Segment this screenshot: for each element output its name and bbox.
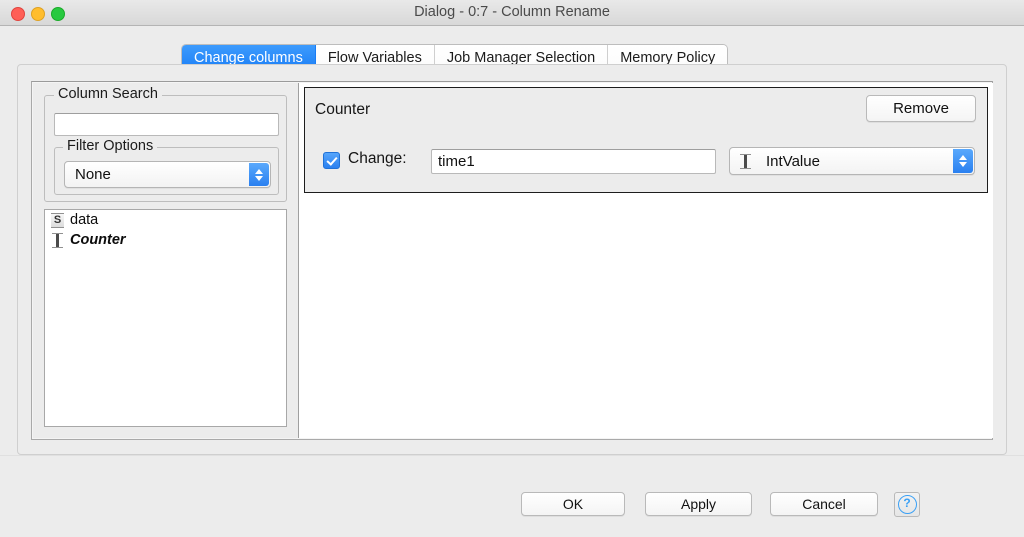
- column-list[interactable]: S data Counter: [44, 209, 287, 427]
- left-column: Column Search Filter Options None S data…: [33, 83, 297, 438]
- question-mark-icon: ?: [897, 495, 917, 514]
- type-select[interactable]: IntValue: [729, 147, 975, 175]
- change-row: Change: IntValue: [305, 147, 987, 177]
- help-button[interactable]: ?: [894, 492, 920, 517]
- apply-button[interactable]: Apply: [645, 492, 752, 516]
- column-search-group: Column Search Filter Options None: [44, 86, 287, 202]
- content-frame: Column Search Filter Options None S data…: [17, 64, 1007, 455]
- list-item-label: data: [70, 212, 99, 228]
- chevron-down-icon: [959, 162, 967, 167]
- cancel-button[interactable]: Cancel: [770, 492, 878, 516]
- filter-options-title: Filter Options: [63, 138, 158, 154]
- chevron-down-icon: [255, 175, 263, 181]
- column-search-title: Column Search: [54, 86, 162, 102]
- remove-button[interactable]: Remove: [866, 95, 976, 122]
- filter-options-value: None: [75, 166, 111, 183]
- list-item[interactable]: Counter: [45, 230, 286, 250]
- dialog-window: Dialog - 0:7 - Column Rename Change colu…: [0, 0, 1024, 537]
- window-title: Dialog - 0:7 - Column Rename: [414, 4, 610, 20]
- change-label: Change:: [348, 150, 407, 167]
- counter-panel-title: Counter: [315, 101, 371, 118]
- list-item[interactable]: S data: [45, 210, 286, 230]
- int-type-icon: [739, 154, 752, 169]
- counter-config-panel: Counter Remove Change: IntValue: [304, 87, 988, 193]
- chevron-up-icon: [959, 155, 967, 160]
- change-checkbox[interactable]: [323, 152, 340, 169]
- stepper-arrows-icon[interactable]: [953, 149, 973, 173]
- rename-input[interactable]: [431, 149, 716, 174]
- type-select-value: IntValue: [766, 152, 820, 170]
- filter-options-select[interactable]: None: [64, 161, 271, 188]
- split-pane: Column Search Filter Options None S data…: [31, 81, 993, 440]
- stepper-arrows-icon[interactable]: [249, 163, 269, 186]
- chevron-up-icon: [255, 168, 263, 174]
- search-input[interactable]: [54, 113, 279, 136]
- filter-options-group: Filter Options None: [54, 138, 279, 195]
- string-type-icon: S: [51, 212, 64, 228]
- list-item-label: Counter: [70, 232, 126, 248]
- ok-button[interactable]: OK: [521, 492, 625, 516]
- footer-bar: OK Apply Cancel ?: [0, 455, 1024, 537]
- tab-bar: Change columns Flow Variables Job Manage…: [0, 26, 1024, 72]
- int-type-icon: [51, 232, 64, 248]
- right-column: Counter Remove Change: IntValue: [298, 83, 993, 438]
- title-bar: Dialog - 0:7 - Column Rename: [0, 0, 1024, 26]
